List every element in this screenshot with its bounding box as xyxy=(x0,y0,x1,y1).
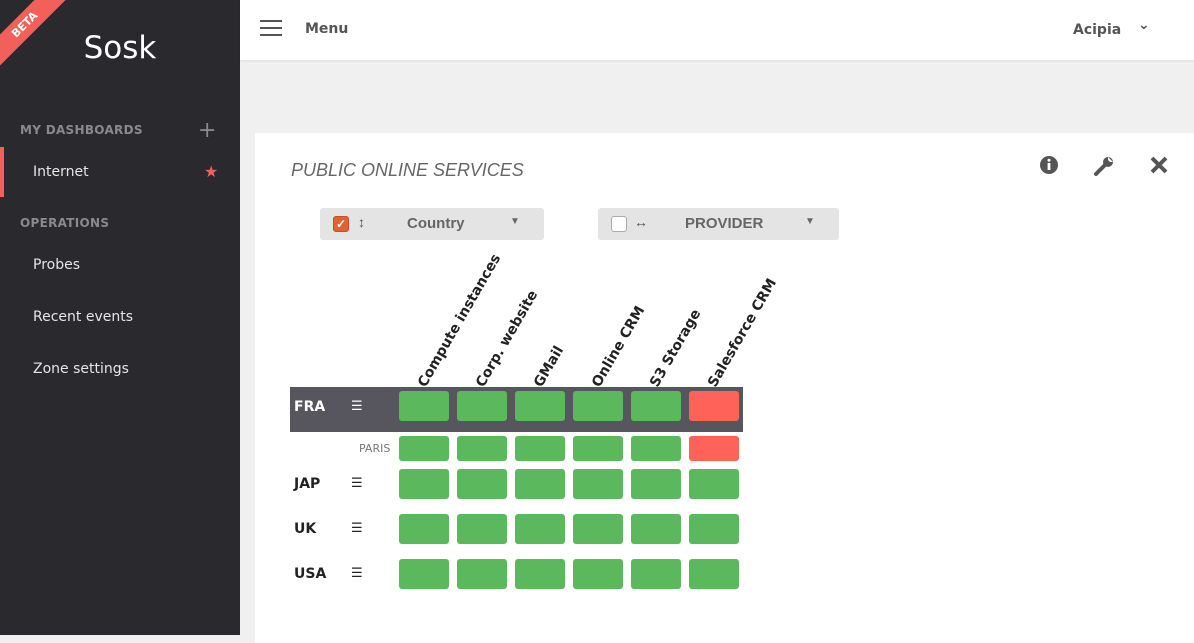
list-icon[interactable]: ☰ xyxy=(351,521,363,536)
table-row: UK ☰ xyxy=(290,514,743,544)
column-header: GMail xyxy=(531,343,568,390)
star-icon[interactable]: ★ xyxy=(204,147,218,197)
status-cell-ok[interactable] xyxy=(515,391,565,421)
hamburger-icon[interactable] xyxy=(260,20,282,36)
status-cell-ok[interactable] xyxy=(689,514,739,544)
user-menu[interactable]: Acipia xyxy=(1073,22,1121,38)
status-cell-ok[interactable] xyxy=(631,436,681,461)
sidebar-item-label: Internet xyxy=(33,164,89,180)
row-dimension-select[interactable]: ✓ ↕ Country ▼ xyxy=(320,208,544,240)
caret-down-icon: ▼ xyxy=(805,216,815,227)
status-cell-ok[interactable] xyxy=(457,436,507,461)
table-row: FRA ☰ xyxy=(290,387,743,432)
status-cell-ok[interactable] xyxy=(689,469,739,499)
table-row: USA ☰ xyxy=(290,559,743,589)
vertical-arrows-icon: ↕ xyxy=(358,214,365,230)
column-dimension-checkbox[interactable] xyxy=(611,216,627,232)
row-label[interactable]: FRA xyxy=(294,399,325,415)
status-cell-ok[interactable] xyxy=(399,391,449,421)
sidebar-item-zone-settings[interactable]: Zone settings xyxy=(0,344,240,394)
row-label[interactable]: JAP xyxy=(294,476,320,492)
sidebar-item-probes[interactable]: Probes xyxy=(0,240,240,290)
status-cell-error[interactable] xyxy=(689,391,739,421)
dashboard-panel: PUBLIC ONLINE SERVICES ✓ ↕ Country ▼ ↔ P… xyxy=(255,133,1194,643)
panel-title: PUBLIC ONLINE SERVICES xyxy=(291,160,524,180)
status-cell-ok[interactable] xyxy=(573,559,623,589)
close-icon[interactable] xyxy=(1149,155,1169,180)
my-dashboards-heading: MY DASHBOARDS xyxy=(20,123,143,137)
list-icon[interactable]: ☰ xyxy=(351,476,363,491)
status-cell-error[interactable] xyxy=(689,436,739,461)
column-header: Salesforce CRM xyxy=(705,275,781,390)
status-cell-ok[interactable] xyxy=(689,559,739,589)
status-cell-ok[interactable] xyxy=(515,436,565,461)
row-label[interactable]: USA xyxy=(294,566,326,582)
list-icon[interactable]: ☰ xyxy=(351,566,363,581)
sidebar-item-internet[interactable]: Internet ★ xyxy=(0,147,240,197)
column-dimension-select[interactable]: ↔ PROVIDER ▼ xyxy=(598,208,839,240)
table-subrow: PARIS xyxy=(290,436,743,461)
status-cell-ok[interactable] xyxy=(399,559,449,589)
operations-heading: OPERATIONS xyxy=(20,216,110,230)
menu-label[interactable]: Menu xyxy=(305,21,348,37)
caret-down-icon: ▼ xyxy=(510,216,520,227)
wrench-icon[interactable] xyxy=(1093,155,1115,182)
chevron-down-icon[interactable]: ⌄ xyxy=(1138,17,1150,33)
status-cell-ok[interactable] xyxy=(457,469,507,499)
list-icon[interactable]: ☰ xyxy=(351,399,363,414)
sidebar-item-recent-events[interactable]: Recent events xyxy=(0,292,240,342)
status-cell-ok[interactable] xyxy=(631,559,681,589)
column-header: S3 Storage xyxy=(647,306,705,390)
status-cell-ok[interactable] xyxy=(573,391,623,421)
status-cell-ok[interactable] xyxy=(573,469,623,499)
logo[interactable]: Sosk xyxy=(0,30,240,66)
status-cell-ok[interactable] xyxy=(631,391,681,421)
column-header: Online CRM xyxy=(589,303,649,390)
status-cell-ok[interactable] xyxy=(399,514,449,544)
status-cell-ok[interactable] xyxy=(631,514,681,544)
header: Menu Acipia ⌄ xyxy=(240,0,1194,60)
status-cell-ok[interactable] xyxy=(399,469,449,499)
status-cell-ok[interactable] xyxy=(573,514,623,544)
subrow-label[interactable]: PARIS xyxy=(359,442,390,455)
column-header: Corp. website xyxy=(473,287,542,390)
status-cell-ok[interactable] xyxy=(515,514,565,544)
table-row: JAP ☰ xyxy=(290,469,743,499)
column-dimension-label: PROVIDER xyxy=(685,215,764,232)
status-cell-ok[interactable] xyxy=(457,559,507,589)
row-dimension-label: Country xyxy=(407,215,465,232)
sidebar: BETA Sosk MY DASHBOARDS + Internet ★ OPER… xyxy=(0,0,240,635)
status-cell-ok[interactable] xyxy=(631,469,681,499)
horizontal-arrows-icon: ↔ xyxy=(634,214,648,230)
row-label[interactable]: UK xyxy=(294,521,316,537)
status-cell-ok[interactable] xyxy=(457,514,507,544)
status-cell-ok[interactable] xyxy=(573,436,623,461)
row-dimension-checkbox[interactable]: ✓ xyxy=(333,216,349,232)
info-icon[interactable] xyxy=(1039,155,1059,180)
add-dashboard-icon[interactable]: + xyxy=(198,118,216,143)
status-cell-ok[interactable] xyxy=(515,469,565,499)
status-cell-ok[interactable] xyxy=(457,391,507,421)
status-cell-ok[interactable] xyxy=(399,436,449,461)
status-cell-ok[interactable] xyxy=(515,559,565,589)
